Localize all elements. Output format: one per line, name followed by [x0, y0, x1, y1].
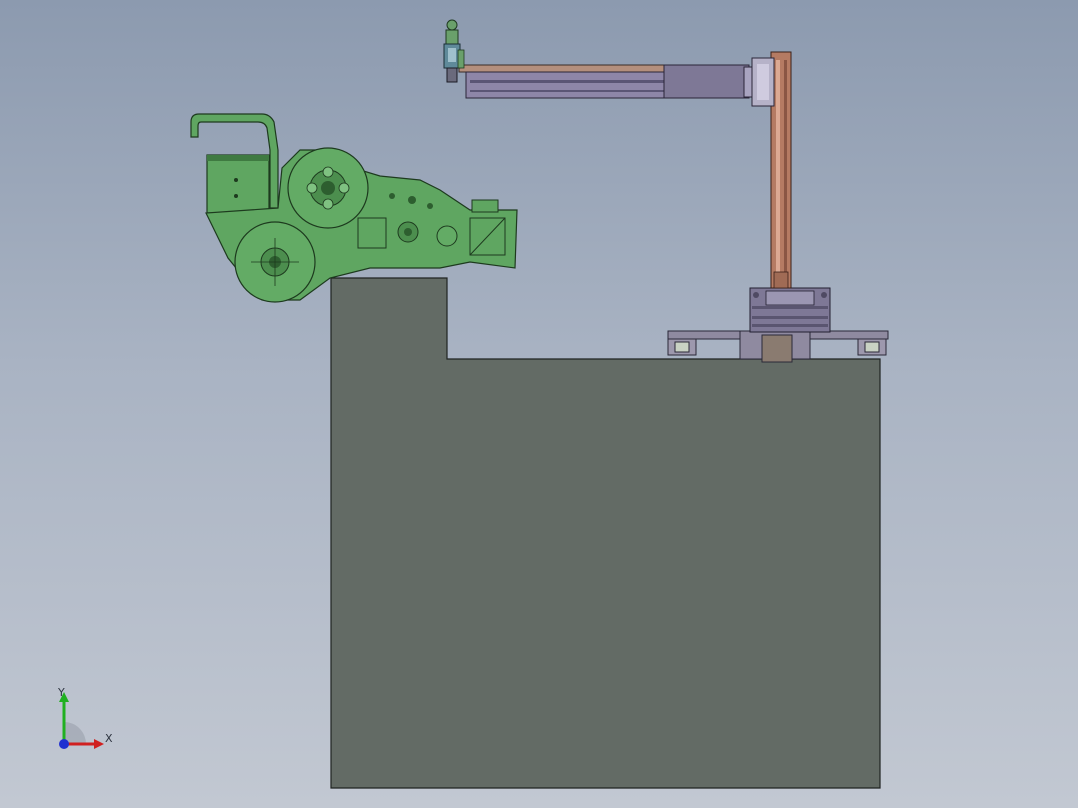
linear-rail-assembly[interactable] [667, 330, 889, 363]
y-axis-label: Y [58, 686, 65, 699]
coordinate-triad[interactable]: Y X [50, 686, 120, 758]
graphics-viewport[interactable]: Y X [0, 0, 1078, 808]
slewing-base[interactable] [749, 287, 831, 333]
end-effector[interactable] [443, 19, 465, 83]
cad-model-scene[interactable] [0, 0, 1078, 808]
x-axis-label: X [105, 732, 113, 745]
feeder-unit[interactable] [190, 113, 518, 303]
z-axis-dot [59, 739, 69, 749]
horizontal-arm[interactable] [458, 57, 775, 107]
